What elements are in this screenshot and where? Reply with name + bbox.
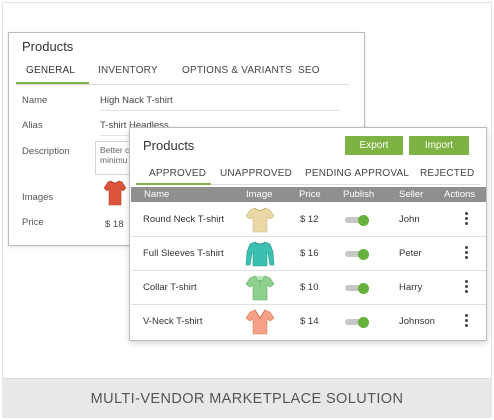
product-name: Round Neck T-shirt [143,214,225,225]
table-row[interactable]: Full Sleeves T-shirt $ 16 Peter [131,237,486,271]
product-name: V-Neck T-shirt [143,316,203,327]
toggle-knob [358,283,369,294]
name-label: Name [22,95,48,106]
import-button[interactable]: Import [409,136,469,155]
publish-toggle[interactable] [345,283,369,294]
products-list-panel: Products Export Import APPROVED UNAPPROV… [129,127,487,341]
toggle-knob [358,317,369,328]
list-panel-title: Products [143,138,195,153]
tab-rejected[interactable]: REJECTED [420,168,474,179]
more-actions-icon[interactable] [464,314,468,330]
column-header-image: Image [246,189,273,200]
toggle-knob [358,215,369,226]
publish-toggle[interactable] [345,249,369,260]
collar-tshirt-icon [245,275,275,301]
table-row[interactable]: V-Neck T-shirt $ 14 Johnson [131,305,486,339]
column-header-seller[interactable]: Seller [399,189,423,200]
full-sleeves-tshirt-icon [245,241,275,267]
column-header-actions: Actions [444,189,476,200]
publish-toggle[interactable] [345,317,369,328]
red-tshirt-image-icon[interactable] [104,179,126,207]
product-price: $ 10 [300,282,319,293]
seller-name: Peter [399,248,422,259]
product-price: $ 12 [300,214,319,225]
images-label: Images [22,192,54,203]
product-price: $ 16 [300,248,319,259]
column-header-name[interactable]: Name [144,189,169,200]
tab-unapproved[interactable]: UNAPPROVED [220,168,292,179]
export-button[interactable]: Export [345,136,403,155]
tab-general[interactable]: GENERAL [26,65,75,76]
name-field-underline [100,110,340,111]
seller-name: Johnson [399,316,435,327]
edit-tab-bar: GENERAL INVENTORY OPTIONS & VARIANTS SEO [16,59,349,85]
edit-panel-title: Products [22,39,74,54]
price-label: Price [22,217,44,228]
tab-options-variants[interactable]: OPTIONS & VARIANTS [182,65,292,76]
round-neck-tshirt-icon [245,207,275,233]
active-tab-indicator [136,183,211,185]
active-tab-indicator [16,82,89,84]
tab-seo[interactable]: SEO [298,65,320,76]
more-actions-icon[interactable] [464,246,468,262]
seller-name: Harry [399,282,423,293]
product-price: $ 14 [300,316,319,327]
tab-approved[interactable]: APPROVED [149,168,206,179]
approval-tab-bar: APPROVED UNAPPROVED PENDING APPROVAL REJ… [136,163,481,185]
seller-name: John [399,214,420,225]
alias-label: Alias [22,120,43,131]
more-actions-icon[interactable] [464,280,468,296]
toggle-knob [358,249,369,260]
v-neck-tshirt-icon [245,309,275,335]
product-name: Full Sleeves T-shirt [143,248,224,259]
footer-caption: MULTI-VENDOR MARKETPLACE SOLUTION [90,390,404,407]
publish-toggle[interactable] [345,215,369,226]
column-header-publish[interactable]: Publish [343,189,374,200]
footer-banner: MULTI-VENDOR MARKETPLACE SOLUTION [2,378,492,418]
table-header: Name Image Price Publish Seller Actions [131,187,486,202]
table-row[interactable]: Collar T-shirt $ 10 Harry [131,271,486,305]
tab-inventory[interactable]: INVENTORY [98,65,158,76]
name-field[interactable]: High Nack T-shirt [100,95,173,106]
more-actions-icon[interactable] [464,212,468,228]
tab-pending-approval[interactable]: PENDING APPROVAL [305,168,409,179]
price-field[interactable]: $ 18 [105,219,124,230]
product-name: Collar T-shirt [143,282,197,293]
column-header-price[interactable]: Price [299,189,321,200]
table-row[interactable]: Round Neck T-shirt $ 12 John [131,203,486,237]
description-label: Description [22,146,70,157]
